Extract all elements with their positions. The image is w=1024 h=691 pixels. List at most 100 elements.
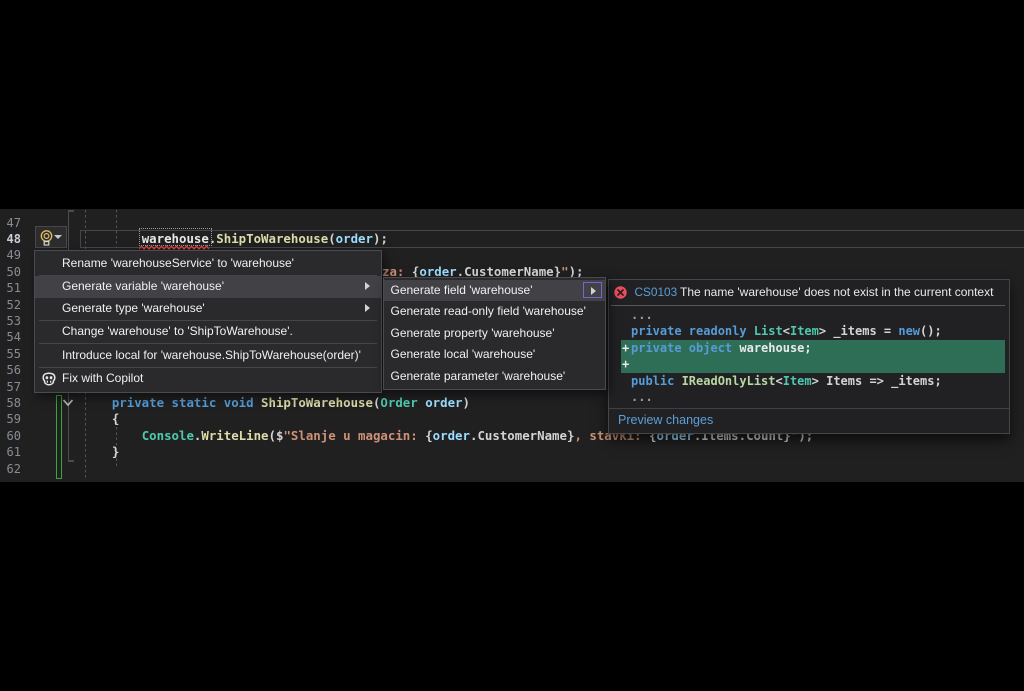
submenu-item-4[interactable]: Generate parameter 'warehouse' [384, 366, 605, 388]
generate-variable-submenu: Generate field 'warehouse' Generate read-… [383, 277, 606, 391]
line-number: 58 [0, 395, 21, 411]
context-menu-item-2[interactable]: Generate type 'warehouse' [35, 298, 381, 320]
preview-code-text: public IReadOnlyList<Item> Items => _ite… [631, 373, 942, 389]
code-token: ) [463, 395, 470, 410]
code-token [82, 395, 112, 410]
line-number: 51 [0, 280, 21, 296]
preview-code-line: private readonly List<Item> _items = new… [609, 323, 1009, 339]
line-number: 60 [0, 428, 21, 444]
diff-added-marker: + [622, 356, 629, 372]
menu-item-label: Generate local 'warehouse' [391, 347, 536, 361]
copilot-icon [41, 372, 57, 394]
icon-shape [50, 381, 51, 383]
line-number: 61 [0, 444, 21, 460]
menu-item-label: Rename 'warehouseService' to 'warehouse' [62, 256, 294, 270]
context-menu-item-1[interactable]: Generate variable 'warehouse' [35, 276, 381, 298]
preview-code-line: + [609, 356, 1009, 372]
code-line: 61 } [0, 444, 1024, 461]
code-line: 62 [0, 461, 1024, 478]
submenu-item-0[interactable]: Generate field 'warehouse' [384, 280, 605, 302]
fold-chevron-icon[interactable] [62, 398, 74, 408]
quick-actions-menu: Rename 'warehouseService' to 'warehouse'… [34, 250, 382, 394]
submenu-arrow-icon [365, 304, 370, 312]
code-token: ShipToWarehouse [261, 395, 373, 410]
preview-code-line: ... [609, 307, 1009, 323]
line-number: 56 [0, 362, 21, 378]
line-number: 54 [0, 329, 21, 345]
code-line-text: { [82, 411, 119, 427]
quick-actions-lightbulb[interactable] [35, 226, 67, 248]
code-token: WriteLine [201, 428, 268, 443]
preview-code-line: public IReadOnlyList<Item> Items => _ite… [609, 373, 1009, 389]
code-token [82, 428, 142, 443]
line-number: 53 [0, 313, 21, 329]
code-token: order [336, 231, 373, 246]
line-number: 55 [0, 346, 21, 362]
preview-code-line: +private object warehouse; [609, 340, 1009, 356]
context-menu-item-5[interactable]: Fix with Copilot [35, 368, 381, 390]
copilot-icon [41, 372, 57, 386]
menu-item-label: Generate parameter 'warehouse' [391, 369, 566, 383]
code-token: private readonly [631, 324, 754, 338]
icon-shape [139, 246, 209, 249]
code-token: ( [328, 231, 335, 246]
submenu-arrow-icon [365, 282, 370, 290]
context-menu-item-4[interactable]: Introduce local for 'warehouse.ShipToWar… [35, 345, 381, 367]
code-line-text: } [82, 444, 119, 460]
preview-code-text: private readonly List<Item> _items = new… [631, 323, 942, 339]
code-token: List [754, 324, 783, 338]
menu-item-label: Introduce local for 'warehouse.ShipToWar… [62, 348, 361, 362]
code-token: } [82, 444, 119, 459]
line-number: 59 [0, 411, 21, 427]
lightbulb-icon [39, 229, 54, 246]
vs-editor-screenshot: 4748 warehouse.ShipToWarehouse(order);49… [0, 0, 1024, 691]
error-message: The name 'warehouse' does not exist in t… [680, 280, 993, 305]
icon-shape [50, 377, 53, 380]
icon-shape [47, 381, 48, 383]
line-number: 62 [0, 461, 21, 477]
icon-shape [44, 233, 49, 238]
code-token: Item [783, 374, 812, 388]
preview-changes-link[interactable]: Preview changes [618, 408, 713, 433]
code-token: "Slanje u magacin: [283, 428, 425, 443]
outline-region-tick [68, 210, 74, 212]
line-number: 48 [0, 231, 21, 247]
code-token: CustomerName [477, 428, 567, 443]
line-number: 52 [0, 297, 21, 313]
error-tooltip-header: CS0103 The name 'warehouse' does not exi… [609, 280, 1009, 305]
code-token: < [776, 374, 783, 388]
code-token: private static void [112, 395, 261, 410]
submenu-arrow-focus-box[interactable] [583, 282, 602, 298]
submenu-item-2[interactable]: Generate property 'warehouse' [384, 323, 605, 345]
submenu-item-3[interactable]: Generate local 'warehouse' [384, 344, 605, 366]
code-token: warehouse; [739, 341, 811, 355]
error-preview-tooltip: CS0103 The name 'warehouse' does not exi… [608, 279, 1010, 434]
submenu-arrow-icon [591, 287, 596, 295]
code-token: order [433, 428, 470, 443]
menu-item-label: Change 'warehouse' to 'ShipToWarehouse'. [62, 324, 293, 338]
line-number: 47 [0, 215, 21, 231]
submenu-item-1[interactable]: Generate read-only field 'warehouse' [384, 301, 605, 323]
code-token: > Items => _items; [812, 374, 942, 388]
code-token: order [425, 395, 462, 410]
menu-item-label: Generate field 'warehouse' [391, 283, 533, 297]
chevron-down-icon [54, 235, 62, 239]
code-token: ); [373, 231, 388, 246]
menu-item-label: Fix with Copilot [62, 371, 143, 385]
code-token: ... [631, 390, 653, 404]
code-token: (); [920, 324, 942, 338]
context-menu-item-0[interactable]: Rename 'warehouseService' to 'warehouse' [35, 253, 381, 275]
menu-item-label: Generate type 'warehouse' [62, 301, 205, 315]
context-menu-item-3[interactable]: Change 'warehouse' to 'ShipToWarehouse'. [35, 321, 381, 343]
code-line-text: private static void ShipToWarehouse(Orde… [82, 395, 470, 411]
preview-code-text: private object warehouse; [631, 340, 812, 356]
icon-shape [41, 230, 51, 240]
code-token: ... [631, 308, 653, 322]
preview-code-text: ... [631, 307, 653, 323]
tooltip-separator [611, 305, 1005, 306]
icon-shape [46, 377, 49, 380]
code-token: IReadOnlyList [682, 374, 776, 388]
error-code-link[interactable]: CS0103 [635, 280, 678, 305]
code-token: { [425, 428, 432, 443]
code-token: ($ [269, 428, 284, 443]
